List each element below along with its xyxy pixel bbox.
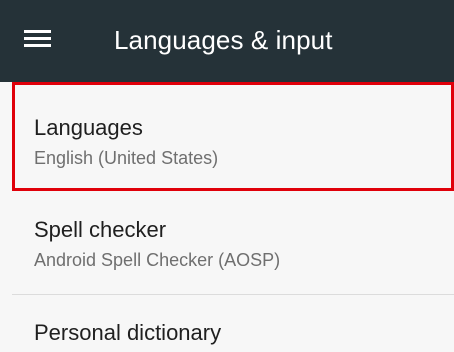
hamburger-menu-icon [24, 30, 51, 47]
languages-preference[interactable]: Languages English (United States) [12, 82, 454, 191]
page-title: Languages & input [114, 25, 333, 55]
app-bar: Languages & input [0, 0, 454, 82]
personal-dictionary-preference[interactable]: Personal dictionary [12, 295, 454, 352]
spell-checker-title: Spell checker [34, 217, 167, 242]
spell-checker-preference[interactable]: Spell checker Android Spell Checker (AOS… [12, 194, 454, 295]
personal-dictionary-title: Personal dictionary [34, 320, 222, 345]
languages-summary: English (United States) [34, 148, 219, 168]
settings-screen: Languages & input Languages English (Uni… [0, 0, 454, 352]
preferences-list: Languages English (United States) Spell … [0, 82, 454, 352]
navigation-menu-button[interactable] [24, 22, 64, 62]
languages-title: Languages [34, 115, 143, 140]
spell-checker-summary: Android Spell Checker (AOSP) [34, 250, 281, 270]
